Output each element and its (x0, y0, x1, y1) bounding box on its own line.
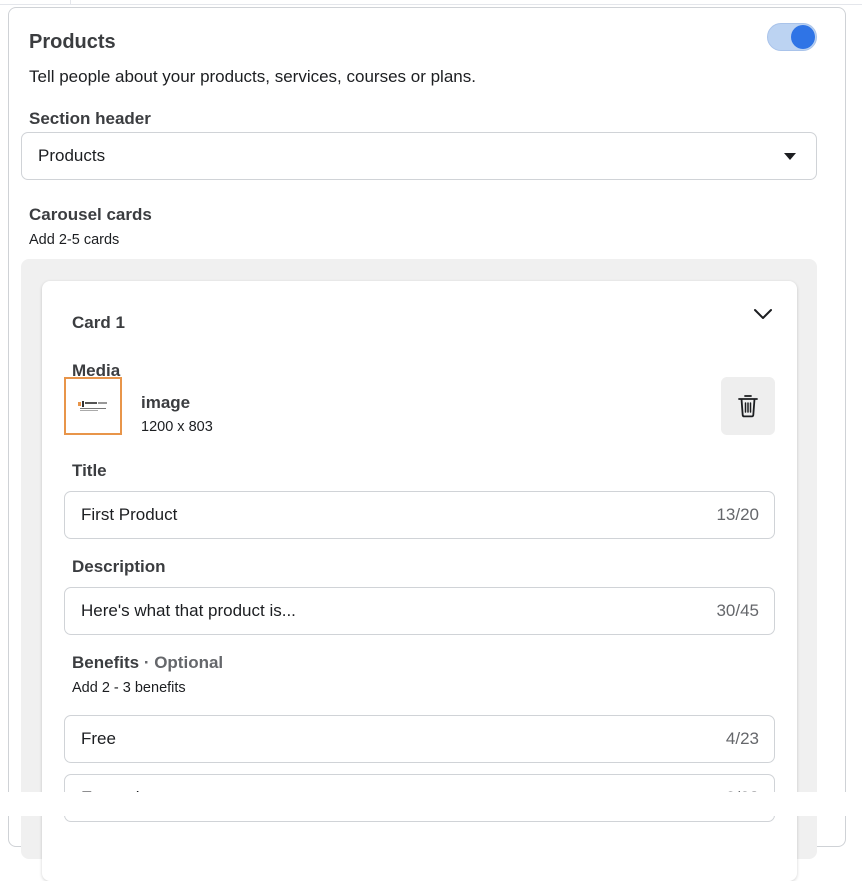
title-input-value: First Product (81, 505, 178, 524)
media-name: image (141, 393, 191, 412)
description-field-label: Description (72, 557, 166, 576)
section-header-value: Products (38, 146, 106, 165)
benefits-optional-tag: · Optional (143, 653, 224, 672)
title-char-counter: 13/20 (716, 505, 759, 524)
toggle-knob (791, 25, 815, 49)
section-header-label: Section header (29, 109, 151, 128)
title-input[interactable]: First Product 13/20 (64, 491, 775, 539)
benefits-label: Benefits · Optional (72, 653, 223, 673)
caret-down-icon (784, 153, 796, 160)
carousel-cards-hint: Add 2-5 cards (29, 232, 120, 248)
carousel-cards-label: Carousel cards (29, 205, 152, 224)
chevron-down-icon[interactable] (753, 307, 773, 321)
benefit-1-char-counter: 4/23 (725, 729, 759, 748)
products-toggle[interactable] (767, 23, 817, 51)
delete-media-button[interactable] (721, 377, 775, 435)
benefits-label-text: Benefits (72, 653, 140, 672)
description-input-value: Here's what that product is... (81, 601, 296, 620)
section-header-select[interactable]: Products (21, 132, 817, 180)
viewport-cutoff (0, 792, 862, 816)
description-char-counter: 30/45 (716, 601, 759, 620)
media-dimensions: 1200 x 803 (141, 419, 213, 435)
media-thumbnail[interactable] (64, 377, 122, 435)
card-title: Card 1 (72, 313, 125, 332)
benefits-hint: Add 2 - 3 benefits (72, 680, 186, 696)
title-field-label: Title (72, 461, 107, 480)
section-subtitle: Tell people about your products, service… (29, 67, 476, 86)
benefit-1-value: Free (81, 729, 116, 748)
benefit-input-1[interactable]: Free 4/23 (64, 715, 775, 763)
description-input[interactable]: Here's what that product is... 30/45 (64, 587, 775, 635)
top-tab-strip (0, 0, 862, 5)
section-title: Products (29, 31, 116, 53)
trash-icon (738, 395, 758, 418)
